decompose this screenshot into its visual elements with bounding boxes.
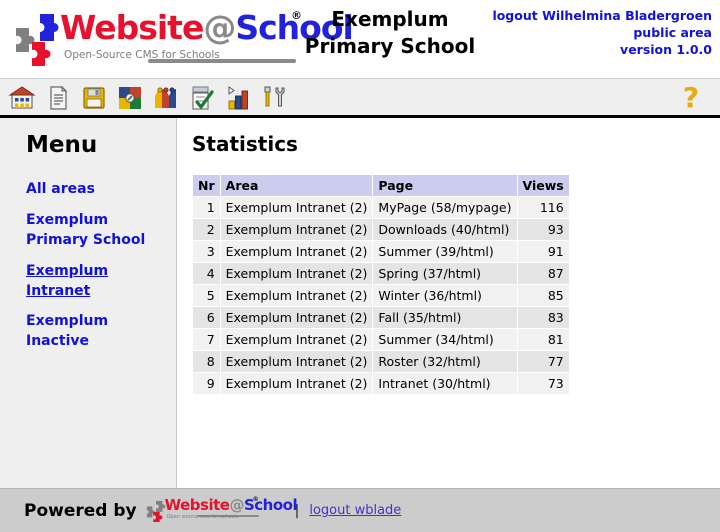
statistics-table: Nr Area Page Views 1 Exemplum Intranet (… bbox=[192, 174, 570, 395]
cell-nr: 3 bbox=[192, 240, 221, 263]
logo-word-at: @ bbox=[203, 8, 236, 47]
modules-puzzle-icon[interactable] bbox=[114, 82, 146, 114]
cell-area: Exemplum Intranet (2) bbox=[219, 196, 374, 219]
cell-area: Exemplum Intranet (2) bbox=[219, 218, 374, 241]
cell-nr: 6 bbox=[192, 306, 221, 329]
school-title-line-1: Exemplum bbox=[331, 7, 449, 31]
column-header-nr[interactable]: Nr bbox=[192, 174, 221, 197]
cell-nr: 2 bbox=[192, 218, 221, 241]
cell-views: 83 bbox=[516, 306, 570, 329]
cell-area: Exemplum Intranet (2) bbox=[219, 284, 374, 307]
cell-views: 116 bbox=[516, 196, 570, 219]
cell-area: Exemplum Intranet (2) bbox=[219, 328, 374, 351]
cell-nr: 9 bbox=[192, 372, 221, 395]
sidebar: Menu All areas Exemplum Primary School E… bbox=[0, 118, 177, 529]
cell-views: 73 bbox=[516, 372, 570, 395]
footer-logo-word-website: Website bbox=[164, 495, 230, 514]
table-row: 4 Exemplum Intranet (2) Spring (37/html)… bbox=[192, 262, 570, 285]
cell-page: Summer (34/html) bbox=[372, 328, 518, 351]
header-user-info: logout Wilhelmina Bladergroen public are… bbox=[492, 8, 712, 59]
footer-logo-word-at: @ bbox=[229, 495, 244, 514]
cell-page: Fall (35/html) bbox=[372, 306, 518, 329]
cell-nr: 7 bbox=[192, 328, 221, 351]
footer-logo-wordmark: Website@School bbox=[164, 495, 298, 514]
cell-area: Exemplum Intranet (2) bbox=[219, 372, 374, 395]
footer-logo[interactable]: Website@School ® Open source cms for sch… bbox=[145, 495, 298, 526]
cell-area: Exemplum Intranet (2) bbox=[219, 306, 374, 329]
cell-nr: 8 bbox=[192, 350, 221, 373]
cell-page: Spring (37/html) bbox=[372, 262, 518, 285]
page-header: Website@School ® Open-Source CMS for Sch… bbox=[0, 0, 720, 78]
cell-page: Roster (32/html) bbox=[372, 350, 518, 373]
help-question-mark-icon: ? bbox=[682, 81, 700, 114]
sidebar-item-all-areas[interactable]: All areas bbox=[26, 180, 154, 200]
sidebar-item-inactive[interactable]: Exemplum Inactive bbox=[26, 312, 154, 352]
puzzle-pieces-icon bbox=[146, 500, 165, 522]
cell-page: Summer (39/html) bbox=[372, 240, 518, 263]
app-window: Website@School ® Open-Source CMS for Sch… bbox=[0, 0, 720, 532]
save-floppy-icon[interactable] bbox=[78, 82, 110, 114]
help-button[interactable]: ? bbox=[676, 83, 706, 113]
registered-trademark-icon: ® bbox=[252, 495, 259, 503]
column-header-page[interactable]: Page bbox=[372, 174, 518, 197]
page-document-icon[interactable] bbox=[42, 82, 74, 114]
footer-logout-link[interactable]: logout wblade bbox=[309, 503, 401, 518]
sidebar-title: Menu bbox=[26, 132, 98, 158]
tools-settings-icon[interactable] bbox=[258, 82, 290, 114]
page-title: Statistics bbox=[192, 132, 298, 156]
school-title-line-2: Primary School bbox=[304, 34, 476, 58]
table-row: 1 Exemplum Intranet (2) MyPage (58/mypag… bbox=[192, 196, 570, 219]
cell-views: 85 bbox=[516, 284, 570, 307]
cell-nr: 4 bbox=[192, 262, 221, 285]
table-row: 3 Exemplum Intranet (2) Summer (39/html)… bbox=[192, 240, 570, 263]
statistics-barchart-icon[interactable] bbox=[222, 82, 254, 114]
table-row: 7 Exemplum Intranet (2) Summer (34/html)… bbox=[192, 328, 570, 351]
cell-area: Exemplum Intranet (2) bbox=[219, 262, 374, 285]
cell-page: Winter (36/html) bbox=[372, 284, 518, 307]
cell-area: Exemplum Intranet (2) bbox=[219, 350, 374, 373]
school-home-icon[interactable] bbox=[6, 82, 38, 114]
toolbar-icon-group bbox=[6, 82, 290, 114]
cell-page: Intranet (30/html) bbox=[372, 372, 518, 395]
cell-area: Exemplum Intranet (2) bbox=[219, 240, 374, 263]
header-version-label: version 1.0.0 bbox=[620, 41, 712, 57]
main-toolbar: ? bbox=[0, 78, 720, 118]
logo-word-website: Website bbox=[60, 8, 204, 47]
table-row: 2 Exemplum Intranet (2) Downloads (40/ht… bbox=[192, 218, 570, 241]
site-logo[interactable]: Website@School ® Open-Source CMS for Sch… bbox=[8, 6, 354, 70]
puzzle-pieces-icon bbox=[16, 14, 59, 66]
cell-views: 81 bbox=[516, 328, 570, 351]
cell-views: 91 bbox=[516, 240, 570, 263]
cell-nr: 1 bbox=[192, 196, 221, 219]
page-title-school: Exemplum Primary School bbox=[300, 6, 480, 60]
page-footer: Powered by Website@School ® Open source … bbox=[0, 488, 720, 532]
column-header-area[interactable]: Area bbox=[219, 174, 374, 197]
cell-views: 87 bbox=[516, 262, 570, 285]
checklist-form-icon[interactable] bbox=[186, 82, 218, 114]
footer-logo-tagline: Open source cms for schools bbox=[166, 513, 239, 520]
cell-nr: 5 bbox=[192, 284, 221, 307]
table-row: 8 Exemplum Intranet (2) Roster (32/html)… bbox=[192, 350, 570, 373]
cell-page: MyPage (58/mypage) bbox=[372, 196, 518, 219]
users-people-icon[interactable] bbox=[150, 82, 182, 114]
page-body: Menu All areas Exemplum Primary School E… bbox=[0, 118, 720, 529]
cell-views: 77 bbox=[516, 350, 570, 373]
powered-by-label: Powered by bbox=[24, 500, 137, 521]
cell-page: Downloads (40/html) bbox=[372, 218, 518, 241]
cell-views: 93 bbox=[516, 218, 570, 241]
table-row: 6 Exemplum Intranet (2) Fall (35/html) 8… bbox=[192, 306, 570, 329]
table-header-row: Nr Area Page Views bbox=[192, 174, 570, 197]
column-header-views[interactable]: Views bbox=[516, 174, 570, 197]
table-row: 5 Exemplum Intranet (2) Winter (36/html)… bbox=[192, 284, 570, 307]
header-logout-user[interactable]: logout Wilhelmina Bladergroen bbox=[492, 8, 712, 25]
sidebar-item-primary-school[interactable]: Exemplum Primary School bbox=[26, 211, 154, 251]
header-area-label: public area bbox=[633, 24, 712, 40]
sidebar-menu-list: All areas Exemplum Primary School Exempl… bbox=[26, 180, 176, 352]
table-row: 9 Exemplum Intranet (2) Intranet (30/htm… bbox=[192, 372, 570, 395]
sidebar-item-intranet[interactable]: Exemplum Intranet bbox=[26, 262, 154, 302]
main-content: Statistics Nr Area Page Views 1 Exemplum… bbox=[178, 118, 720, 529]
logo-wordmark: Website@School ® Open-Source CMS for Sch… bbox=[60, 8, 354, 67]
logo-tagline: Open-Source CMS for Schools bbox=[64, 49, 220, 61]
